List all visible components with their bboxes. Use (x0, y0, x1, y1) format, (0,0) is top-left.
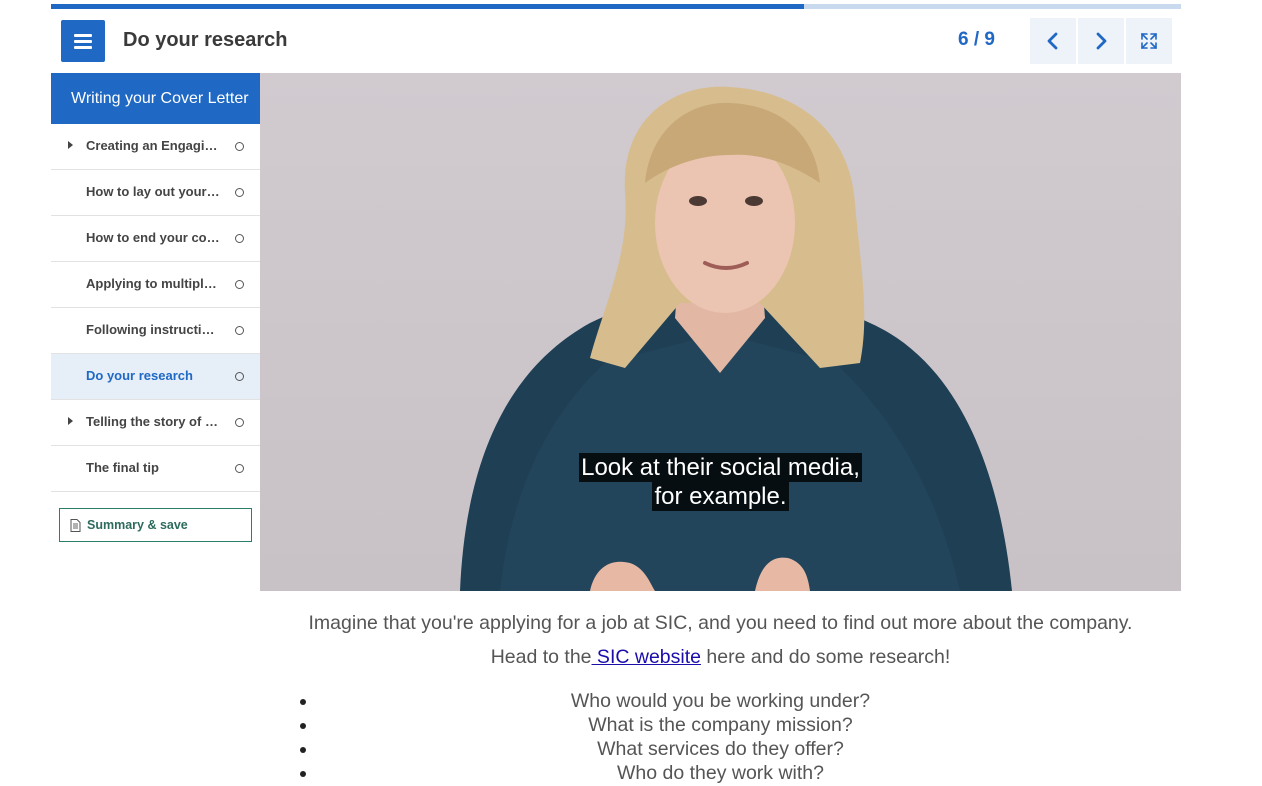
sidebar-item[interactable]: Applying to multiple jobs (51, 262, 260, 308)
completion-status-icon (235, 234, 244, 243)
lesson-nav-list: Creating an Engaging Opening How to lay o… (51, 124, 260, 492)
instruction-suffix: here and do some research! (700, 646, 951, 668)
list-item-text: What is the company mission? (588, 714, 853, 736)
intro-paragraph: Imagine that you're applying for a job a… (308, 612, 1133, 634)
completion-status-icon (235, 418, 244, 427)
list-item-text: What services do they offer? (597, 738, 844, 760)
bullet-icon (300, 723, 306, 729)
list-item: Who would you be working under? (260, 690, 1181, 714)
completion-status-icon (235, 464, 244, 473)
previous-button[interactable] (1030, 18, 1076, 64)
fullscreen-button[interactable] (1126, 18, 1172, 64)
caption-line: for example. (652, 482, 789, 511)
sic-website-link[interactable]: SIC website (592, 646, 701, 668)
caret-right-icon[interactable] (68, 141, 73, 149)
page-counter: 6 / 9 (958, 29, 995, 50)
list-item-text: Who would you be working under? (570, 690, 871, 712)
sidebar-item-label: Telling the story of you (86, 414, 222, 429)
document-icon (70, 519, 81, 532)
sidebar-item[interactable]: Telling the story of you (51, 400, 260, 446)
sidebar-item-label: How to lay out your cover letter (86, 184, 222, 199)
top-header: Do your research 6 / 9 (51, 9, 1181, 73)
bullet-icon (300, 699, 306, 705)
sidebar-item-label: Do your research (86, 368, 193, 383)
sidebar-item-label: Creating an Engaging Opening (86, 138, 222, 153)
caret-right-icon[interactable] (68, 417, 73, 425)
list-item: Who do they work with? (260, 762, 1181, 786)
sidebar-item[interactable]: Do your research (51, 354, 260, 400)
caption-line: Look at their social media, (579, 453, 862, 482)
completion-status-icon (235, 372, 244, 381)
bullet-icon (300, 771, 306, 777)
video-captions: Look at their social media, for example. (260, 453, 1181, 511)
list-item: What is the company mission? (260, 714, 1181, 738)
research-instruction: Head to the SIC website here and do some… (260, 646, 1181, 669)
sidebar-item-label: The final tip (86, 460, 159, 475)
sidebar-item[interactable]: How to lay out your cover letter (51, 170, 260, 216)
video-player[interactable]: Look at their social media, for example. (260, 73, 1181, 591)
instruction-prefix: Head to the (490, 646, 592, 668)
sidebar-item[interactable]: Creating an Engaging Opening (51, 124, 260, 170)
sidebar-item-label: Applying to multiple jobs (86, 276, 222, 291)
list-item-text: Who do they work with? (616, 762, 824, 784)
completion-status-icon (235, 142, 244, 151)
bullet-icon (300, 747, 306, 753)
menu-button[interactable] (61, 20, 105, 62)
summary-save-label: Summary & save (87, 518, 188, 532)
completion-status-icon (235, 280, 244, 289)
summary-save-button[interactable]: Summary & save (59, 508, 252, 542)
sidebar-item[interactable]: How to end your cover letter (51, 216, 260, 262)
sidebar-item-label: Following instructions (86, 322, 222, 337)
sidebar-item[interactable]: Following instructions (51, 308, 260, 354)
sidebar-item[interactable]: The final tip (51, 446, 260, 492)
lesson-sidebar: Writing your Cover Letter Creating an En… (51, 73, 260, 769)
list-item: What services do they offer? (260, 738, 1181, 762)
fullscreen-icon (1141, 33, 1157, 49)
next-button[interactable] (1078, 18, 1124, 64)
page-title: Do your research (123, 29, 288, 51)
completion-status-icon (235, 326, 244, 335)
sidebar-item-label: How to end your cover letter (86, 230, 222, 245)
presenter-video-frame (460, 86, 1012, 591)
chevron-right-icon (1096, 32, 1107, 50)
module-title: Writing your Cover Letter (51, 73, 260, 124)
research-questions-list: Who would you be working under? What is t… (260, 690, 1181, 786)
chevron-left-icon (1047, 32, 1058, 50)
completion-status-icon (235, 188, 244, 197)
